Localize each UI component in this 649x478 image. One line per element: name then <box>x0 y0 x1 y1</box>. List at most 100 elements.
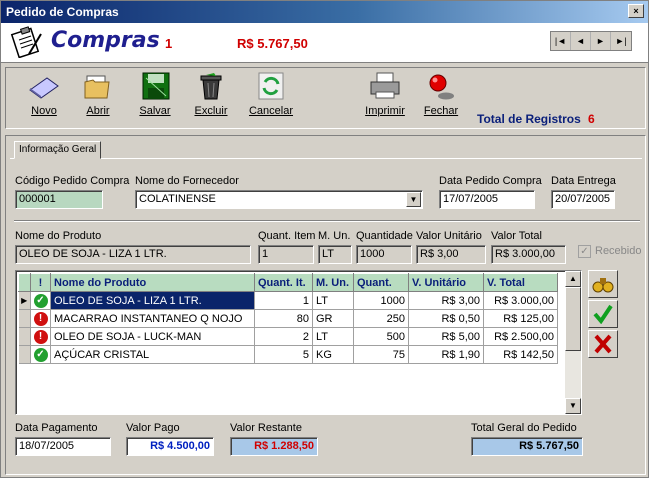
table-row[interactable]: ! MACARRAO INSTANTANEO Q NOJO 80 GR 250 … <box>18 309 558 328</box>
row-total[interactable]: R$ 125,00 <box>483 309 558 328</box>
prev-record-button[interactable]: ◄ <box>571 32 591 50</box>
row-qty-it[interactable]: 2 <box>254 327 313 346</box>
red-light-icon <box>429 74 454 100</box>
check-circle-icon: ✓ <box>33 347 48 362</box>
grand-total-field[interactable]: R$ 5.767,50 <box>471 437 583 456</box>
table-row[interactable]: ✓ AÇÚCAR CRISTAL 5 KG 75 R$ 1,90 R$ 142,… <box>18 345 558 364</box>
status-header[interactable]: ! <box>30 273 51 292</box>
supplier-label: Nome do Fornecedor <box>135 175 239 187</box>
total-header[interactable]: V. Total <box>483 273 558 292</box>
section-divider <box>14 220 640 222</box>
grid-scrollbar[interactable]: ▲ ▼ <box>565 271 581 414</box>
row-unit[interactable]: GR <box>312 309 354 328</box>
item-qty-label: Quant. Item <box>258 230 316 242</box>
row-total[interactable]: R$ 142,50 <box>483 345 558 364</box>
save-label: Salvar <box>139 105 171 117</box>
new-button[interactable]: Novo <box>17 72 71 126</box>
title-bar: Pedido de Compras × <box>1 1 648 23</box>
table-row[interactable]: ! OLEO DE SOJA - LUCK-MAN 2 LT 500 R$ 5,… <box>18 327 558 346</box>
amount-paid-field[interactable]: R$ 4.500,00 <box>126 437 214 456</box>
first-record-button[interactable]: |◄ <box>551 32 571 50</box>
scroll-thumb[interactable] <box>565 287 581 351</box>
row-unit-price[interactable]: R$ 1,90 <box>408 345 484 364</box>
delete-button[interactable]: Excluir <box>184 72 238 126</box>
total-records-value: 6 <box>588 112 595 126</box>
order-date-field[interactable]: 17/07/2005 <box>439 190 535 209</box>
row-product[interactable]: OLEO DE SOJA - LIZA 1 LTR. <box>50 291 255 310</box>
grand-total-label: Total Geral do Pedido <box>471 422 577 434</box>
row-qty[interactable]: 75 <box>353 345 409 364</box>
row-unit[interactable]: LT <box>312 327 354 346</box>
row-unit-price[interactable]: R$ 5,00 <box>408 327 484 346</box>
quantity-field[interactable]: 1000 <box>356 245 412 264</box>
unit-header[interactable]: M. Un. <box>312 273 354 292</box>
save-button[interactable]: Salvar <box>128 72 182 126</box>
supplier-select[interactable]: COLATINENSE ▼ <box>135 190 423 209</box>
printer-icon <box>370 72 400 99</box>
row-unit[interactable]: LT <box>312 291 354 310</box>
total-records-label: Total de Registros <box>477 112 581 126</box>
next-record-button[interactable]: ► <box>591 32 611 50</box>
product-field[interactable]: OLEO DE SOJA - LIZA 1 LTR. <box>15 245 251 264</box>
order-code-field[interactable]: 000001 <box>15 190 103 209</box>
close-label: Fechar <box>423 105 459 117</box>
green-check-icon <box>593 304 613 325</box>
check-circle-icon: ✓ <box>33 293 48 308</box>
item-qty-field[interactable]: 1 <box>258 245 314 264</box>
cancel-button[interactable]: Cancelar <box>244 72 298 126</box>
undo-arrows-icon <box>258 72 284 100</box>
open-label: Abrir <box>86 105 110 117</box>
tab-informacao-geral[interactable]: Informação Geral <box>14 141 102 159</box>
scroll-down-icon[interactable]: ▼ <box>565 398 581 414</box>
unit-price-field[interactable]: R$ 3,00 <box>416 245 486 264</box>
amount-paid-label: Valor Pago <box>126 422 180 434</box>
delivery-date-field[interactable]: 20/07/2005 <box>551 190 615 209</box>
qty-header[interactable]: Quant. <box>353 273 409 292</box>
tab-divider <box>10 158 642 159</box>
row-qty[interactable]: 1000 <box>353 291 409 310</box>
remove-item-button[interactable] <box>588 330 618 358</box>
chevron-down-icon[interactable]: ▼ <box>406 192 421 207</box>
floppy-disk-icon <box>142 72 170 100</box>
binoculars-icon <box>592 278 614 293</box>
red-x-icon <box>594 334 612 354</box>
scroll-up-icon[interactable]: ▲ <box>565 271 581 287</box>
row-qty[interactable]: 250 <box>353 309 409 328</box>
print-button[interactable]: Imprimir <box>358 72 412 126</box>
row-unit[interactable]: KG <box>312 345 354 364</box>
row-qty[interactable]: 500 <box>353 327 409 346</box>
table-header: ! Nome do Produto Quant. It. M. Un. Quan… <box>18 273 558 292</box>
unit-price-header[interactable]: V. Unitário <box>408 273 484 292</box>
row-product[interactable]: AÇÚCAR CRISTAL <box>50 345 255 364</box>
last-record-button[interactable]: ►| <box>611 32 631 50</box>
row-product[interactable]: OLEO DE SOJA - LUCK-MAN <box>50 327 255 346</box>
confirm-item-button[interactable] <box>588 300 618 328</box>
trash-can-icon <box>200 73 222 100</box>
qty-it-header[interactable]: Quant. It. <box>254 273 313 292</box>
items-table: ! Nome do Produto Quant. It. M. Un. Quan… <box>18 273 558 364</box>
open-button[interactable]: Abrir <box>71 72 125 126</box>
row-unit-price[interactable]: R$ 3,00 <box>408 291 484 310</box>
row-total[interactable]: R$ 2.500,00 <box>483 327 558 346</box>
row-total[interactable]: R$ 3.000,00 <box>483 291 558 310</box>
row-qty-it[interactable]: 80 <box>254 309 313 328</box>
search-item-button[interactable] <box>588 270 618 298</box>
unit-field[interactable]: LT <box>318 245 352 264</box>
payment-date-field[interactable]: 18/07/2005 <box>15 437 111 456</box>
row-product[interactable]: MACARRAO INSTANTANEO Q NOJO <box>50 309 255 328</box>
order-code-label: Código Pedido Compra <box>15 175 130 187</box>
row-qty-it[interactable]: 5 <box>254 345 313 364</box>
main-window: Pedido de Compras × Compras 1 R$ 5.767,5… <box>0 0 649 478</box>
remaining-field[interactable]: R$ 1.288,50 <box>230 437 318 456</box>
received-checkbox[interactable]: ✓ <box>578 245 591 258</box>
row-qty-it[interactable]: 1 <box>254 291 313 310</box>
product-header[interactable]: Nome do Produto <box>50 273 255 292</box>
total-value-field[interactable]: R$ 3.000,00 <box>491 245 566 264</box>
payment-date-label: Data Pagamento <box>15 422 98 434</box>
record-navigator: |◄ ◄ ► ►| <box>550 31 632 51</box>
close-window-button[interactable]: × <box>628 4 644 18</box>
order-total: R$ 5.767,50 <box>237 36 308 51</box>
table-row[interactable]: ▶ ✓ OLEO DE SOJA - LIZA 1 LTR. 1 LT 1000… <box>18 291 558 310</box>
row-unit-price[interactable]: R$ 0,50 <box>408 309 484 328</box>
close-button[interactable]: Fechar <box>414 72 468 126</box>
